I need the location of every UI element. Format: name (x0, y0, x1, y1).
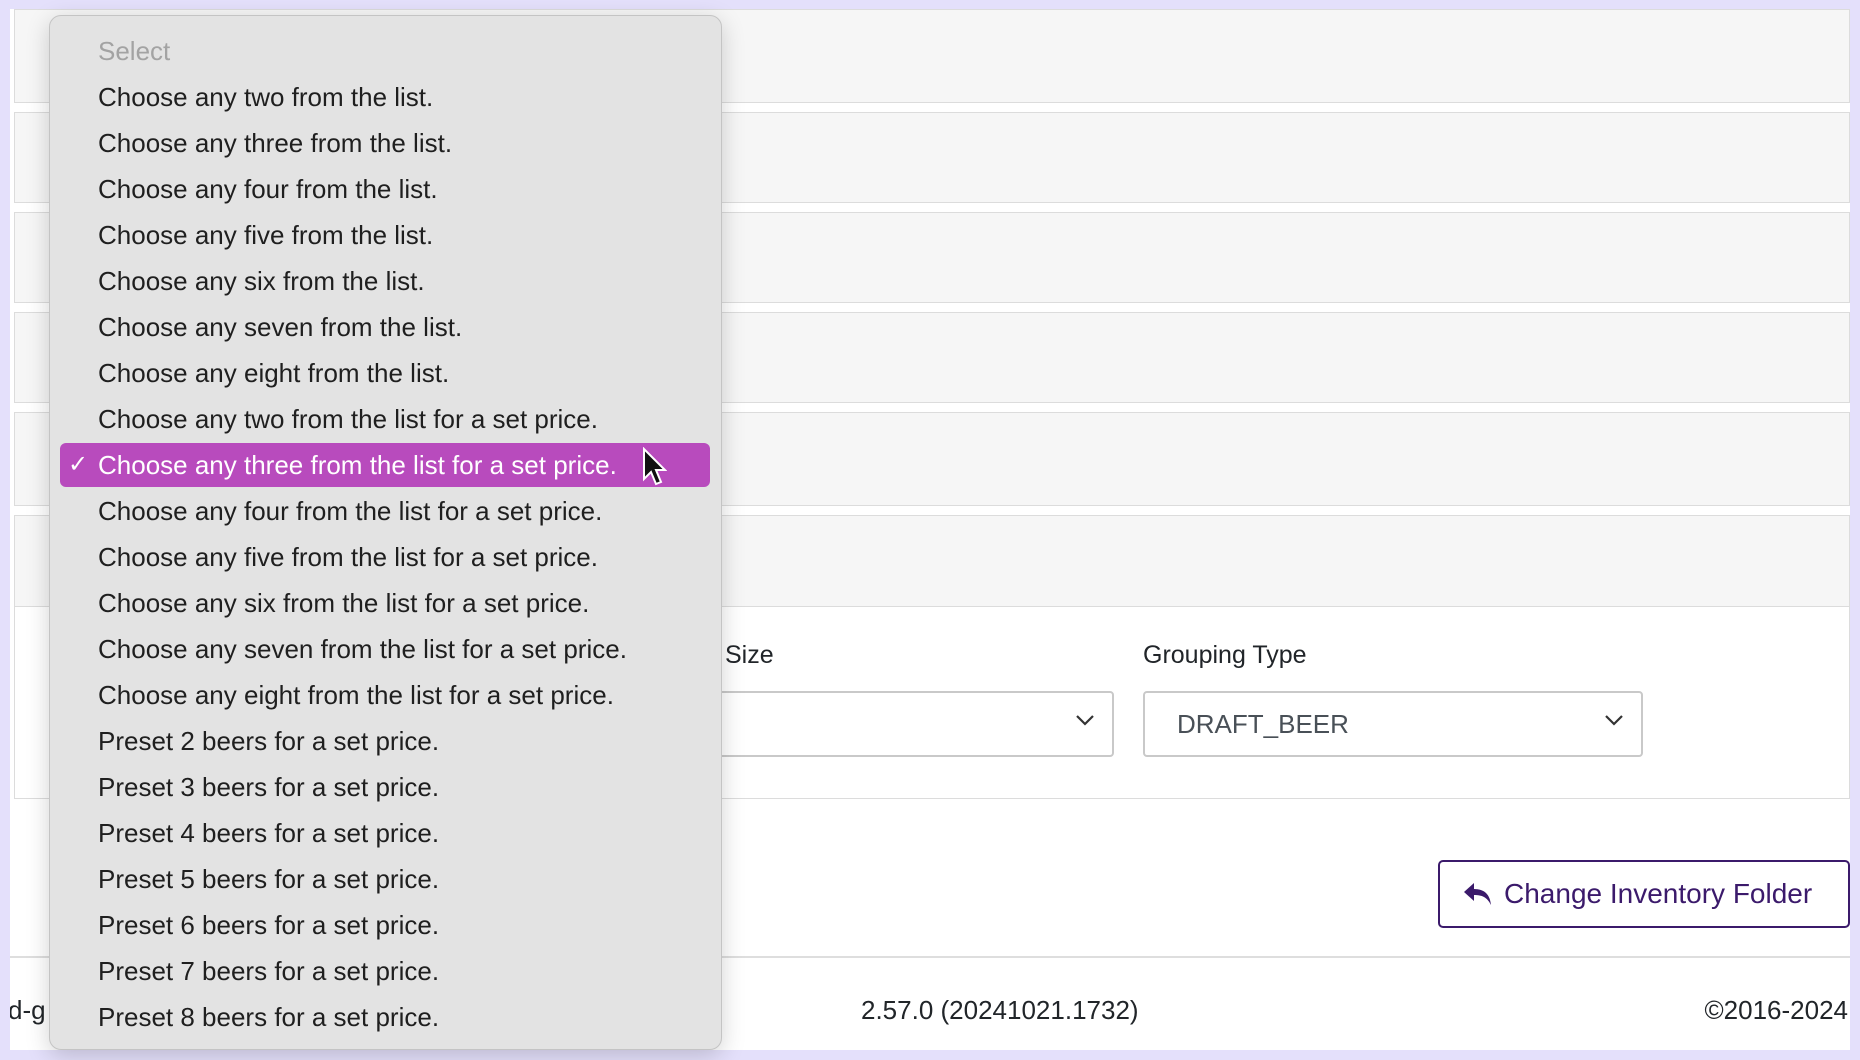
dropdown-option[interactable]: Choose any four from the list for a set … (60, 489, 710, 533)
dropdown-option[interactable]: Choose any eight from the list. (60, 351, 710, 395)
size-select[interactable] (670, 691, 1114, 757)
change-inventory-folder-button[interactable]: Change Inventory Folder (1438, 860, 1850, 928)
chevron-down-icon (1605, 715, 1623, 726)
dropdown-option-label: Choose any three from the list for a set… (98, 450, 617, 480)
dropdown-option[interactable]: Choose any six from the list. (60, 259, 710, 303)
dropdown-option[interactable]: Preset 3 beers for a set price. (60, 765, 710, 809)
dropdown-option-label: Choose any four from the list. (98, 174, 438, 204)
dropdown-option-label: Preset 8 beers for a set price. (98, 1002, 440, 1032)
dropdown-option[interactable]: Choose any seven from the list for a set… (60, 627, 710, 671)
dropdown-option-label: Select (98, 36, 171, 66)
dropdown-option-label: Preset 5 beers for a set price. (98, 864, 440, 894)
dropdown-option-label: Preset 6 beers for a set price. (98, 910, 440, 940)
dropdown-option[interactable]: Choose any six from the list for a set p… (60, 581, 710, 625)
checkmark-icon: ✓ (68, 451, 89, 478)
footer-left-text: d-g (10, 995, 46, 1025)
grouping-type-select[interactable]: DRAFT_BEER (1143, 691, 1643, 757)
dropdown-option-label: Choose any two from the list. (98, 82, 434, 112)
dropdown-option-label: Choose any five from the list for a set … (98, 542, 598, 572)
dropdown-option-label: Choose any six from the list. (98, 266, 425, 296)
dropdown-option[interactable]: Choose any seven from the list. (60, 305, 710, 349)
dropdown-option-label: Choose any eight from the list. (98, 358, 450, 388)
dropdown-option[interactable]: Preset 8 beers for a set price. (60, 995, 710, 1039)
dropdown-option-label: Preset 7 beers for a set price. (98, 956, 440, 986)
dropdown-option[interactable]: Choose any two from the list for a set p… (60, 397, 710, 441)
dropdown-option[interactable]: Preset 4 beers for a set price. (60, 811, 710, 855)
footer-copyright: ©2016-2024 (1704, 995, 1849, 1025)
dropdown-option-label: Choose any six from the list for a set p… (98, 588, 590, 618)
mouse-cursor-icon (643, 447, 667, 486)
dropdown-option-label: Choose any eight from the list for a set… (98, 680, 614, 710)
dropdown-option[interactable]: Preset 6 beers for a set price. (60, 903, 710, 947)
dropdown-option[interactable]: Choose any three from the list. (60, 121, 710, 165)
dropdown-option[interactable]: Choose any eight from the list for a set… (60, 673, 710, 717)
reply-icon (1464, 883, 1491, 905)
grouping-type-label: Grouping Type (1143, 641, 1307, 669)
chevron-down-icon (1076, 715, 1094, 726)
dropdown-option[interactable]: ✓ Choose any three from the list for a se… (60, 443, 710, 487)
dropdown-option[interactable]: Choose any five from the list for a set … (60, 535, 710, 579)
dropdown-option-label: Choose any seven from the list. (98, 312, 463, 342)
dropdown-option-label: Preset 2 beers for a set price. (98, 726, 440, 756)
dropdown-option[interactable]: Preset 7 beers for a set price. (60, 949, 710, 993)
dropdown-menu[interactable]: Select Choose any two from the list. Choos… (49, 15, 722, 1050)
dropdown-option[interactable]: Choose any two from the list. (60, 75, 710, 119)
dropdown-option-label: Preset 4 beers for a set price. (98, 818, 440, 848)
dropdown-option-label: Choose any five from the list. (98, 220, 434, 250)
dropdown-placeholder: Select (60, 29, 710, 73)
dropdown-option[interactable]: Choose any five from the list. (60, 213, 710, 257)
dropdown-option[interactable]: Preset 2 beers for a set price. (60, 719, 710, 763)
dropdown-option-label: Choose any four from the list for a set … (98, 496, 603, 526)
grouping-type-value: DRAFT_BEER (1177, 709, 1349, 739)
dropdown-option[interactable]: Choose any four from the list. (60, 167, 710, 211)
footer-version: 2.57.0 (20241021.1732) (861, 995, 1139, 1025)
dropdown-option-label: Preset 3 beers for a set price. (98, 772, 440, 802)
dropdown-option-label: Choose any three from the list. (98, 128, 453, 158)
dropdown-option[interactable]: Preset 5 beers for a set price. (60, 857, 710, 901)
dropdown-option-label: Choose any seven from the list for a set… (98, 634, 627, 664)
change-inventory-folder-label: Change Inventory Folder (1504, 878, 1813, 909)
size-label: Size (725, 641, 774, 669)
dropdown-option-label: Choose any two from the list for a set p… (98, 404, 598, 434)
